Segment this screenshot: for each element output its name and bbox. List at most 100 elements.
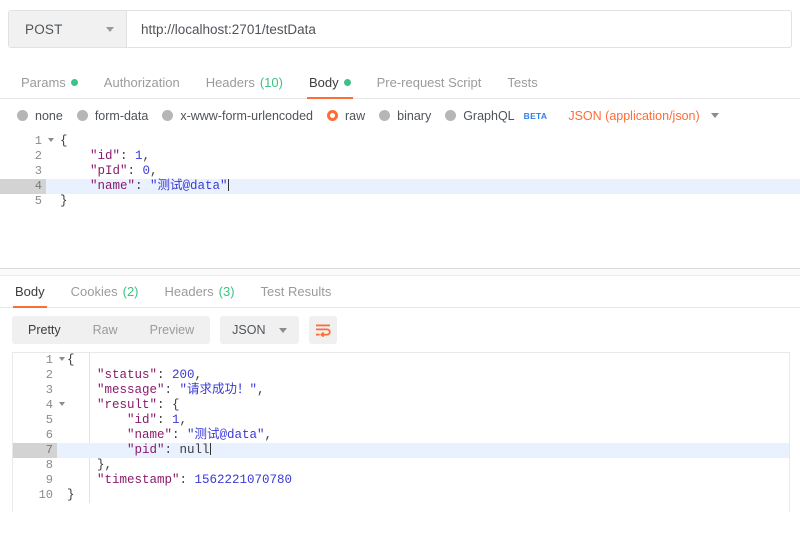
view-mode-pretty[interactable]: Pretty <box>12 316 77 344</box>
response-tab-test-results[interactable]: Test Results <box>248 285 345 307</box>
tab-label: Pre-request Script <box>376 75 482 90</box>
body-type-graphql[interactable]: GraphQL BETA <box>442 109 558 123</box>
code-line[interactable]: 7 "pid": null <box>13 443 789 458</box>
body-type-label: none <box>35 108 63 123</box>
token-str: "测试@data" <box>187 428 265 442</box>
http-method-select[interactable]: POST <box>9 11 127 47</box>
token-punc: : <box>164 443 180 457</box>
token-key: "name" <box>90 179 136 193</box>
fold-arrow-icon[interactable] <box>59 402 65 406</box>
token-null: null <box>179 443 210 457</box>
content-type-select[interactable]: JSON (application/json) <box>568 109 719 123</box>
radio-icon <box>162 110 174 121</box>
token-punc: , <box>194 368 203 382</box>
code-line[interactable]: 1{ <box>13 353 789 368</box>
radio-icon <box>445 110 457 121</box>
tab-label: Cookies <box>70 284 118 299</box>
response-tab-headers[interactable]: Headers (3) <box>152 285 248 307</box>
request-tab-pre-request-script[interactable]: Pre-request Script <box>364 76 495 98</box>
line-number: 2 <box>13 368 57 383</box>
body-type-label: binary <box>397 108 432 123</box>
token-punc: : { <box>157 398 180 412</box>
token-num: 0 <box>142 164 151 178</box>
code-line[interactable]: 1{ <box>0 134 800 149</box>
code-line[interactable]: 6 "name": "测试@data", <box>13 428 789 443</box>
token-punc: : <box>179 473 195 487</box>
code-text: "result": { <box>57 398 180 413</box>
request-url-value: http://localhost:2701/testData <box>141 21 316 37</box>
request-tabs: Params Authorization Headers (10) Body Pre-re… <box>0 66 800 99</box>
token-punc: } <box>67 488 75 502</box>
line-number: 10 <box>13 488 57 503</box>
code-line[interactable]: 4 "name": "测试@data" <box>0 179 800 194</box>
token-key: "pid" <box>127 443 165 457</box>
response-body-editor[interactable]: 1{2 "status": 200, 3 "message": "请求成功！", 4 "r… <box>13 353 789 503</box>
code-line[interactable]: 5} <box>0 194 800 209</box>
token-num: 1 <box>172 413 180 427</box>
token-num: 1 <box>135 149 143 163</box>
token-num: 200 <box>172 368 195 382</box>
modified-dot-icon <box>70 79 78 86</box>
code-line[interactable]: 4 "result": { <box>13 398 789 413</box>
code-text: "id": 1, <box>57 413 187 428</box>
token-punc: : <box>135 179 151 193</box>
beta-badge: BETA <box>523 110 548 121</box>
line-number: 4 <box>0 179 46 194</box>
token-num: 1562221070780 <box>194 473 293 487</box>
body-type-none[interactable]: none <box>14 109 74 123</box>
line-number: 4 <box>13 398 65 413</box>
request-url-bar: POST http://localhost:2701/testData <box>8 10 792 48</box>
response-view-mode-group: Pretty Raw Preview <box>12 316 211 344</box>
response-tab-body[interactable]: Body <box>2 285 58 308</box>
request-tab-params[interactable]: Params <box>8 76 91 98</box>
body-type-raw[interactable]: raw <box>324 109 376 123</box>
tab-label: Params <box>21 75 66 90</box>
tab-label: Body <box>308 75 339 90</box>
line-number: 8 <box>13 458 57 473</box>
code-text: }, <box>57 458 112 473</box>
body-type-binary[interactable]: binary <box>376 109 442 123</box>
request-body-editor[interactable]: 1{2 "id": 1, 3 "pId": 0, 4 "name": "测试@data" 5… <box>0 134 800 268</box>
code-text: "message": "请求成功！", <box>57 383 265 398</box>
panel-splitter[interactable] <box>0 268 800 276</box>
body-type-x-www-form-urlencoded[interactable]: x-www-form-urlencoded <box>159 109 324 123</box>
token-punc: : <box>164 383 180 397</box>
response-format-label: JSON <box>232 323 266 337</box>
code-line[interactable]: 2 "id": 1, <box>0 149 800 164</box>
code-line[interactable]: 5 "id": 1, <box>13 413 789 428</box>
body-type-form-data[interactable]: form-data <box>74 109 160 123</box>
token-punc: : <box>172 428 188 442</box>
request-url-input[interactable]: http://localhost:2701/testData <box>127 11 791 47</box>
code-line[interactable]: 2 "status": 200, <box>13 368 789 383</box>
radio-icon <box>327 110 338 121</box>
request-body-type-row: none form-data x-www-form-urlencoded raw bin… <box>0 99 800 132</box>
view-mode-raw[interactable]: Raw <box>77 316 134 344</box>
fold-arrow-icon[interactable] <box>48 138 54 142</box>
code-text: "name": "测试@data", <box>57 428 272 443</box>
token-key: "message" <box>97 383 165 397</box>
view-mode-label: Pretty <box>28 323 61 337</box>
code-line[interactable]: 3 "message": "请求成功！", <box>13 383 789 398</box>
fold-arrow-icon[interactable] <box>59 357 65 361</box>
code-line[interactable]: 3 "pId": 0, <box>0 164 800 179</box>
request-tab-body[interactable]: Body <box>296 75 364 99</box>
http-method-label: POST <box>25 21 63 37</box>
response-tab-cookies[interactable]: Cookies (2) <box>58 285 152 307</box>
token-punc: , <box>179 413 188 427</box>
token-punc: { <box>60 134 68 148</box>
tab-label: Test Results <box>260 284 332 299</box>
token-punc: } <box>60 194 68 208</box>
radio-icon <box>17 110 28 121</box>
code-line[interactable]: 10} <box>13 488 789 503</box>
token-key: "pId" <box>90 164 128 178</box>
chevron-down-icon <box>279 327 288 333</box>
response-format-select[interactable]: JSON <box>220 316 300 344</box>
request-tab-headers[interactable]: Headers (10) <box>193 76 296 98</box>
view-mode-preview[interactable]: Preview <box>134 316 210 344</box>
token-key: "status" <box>97 368 158 382</box>
request-tab-tests[interactable]: Tests <box>494 76 550 98</box>
code-line[interactable]: 8}, <box>13 458 789 473</box>
word-wrap-button[interactable] <box>309 316 338 344</box>
code-line[interactable]: 9 "timestamp": 1562221070780 <box>13 473 789 488</box>
request-tab-authorization[interactable]: Authorization <box>91 76 193 98</box>
